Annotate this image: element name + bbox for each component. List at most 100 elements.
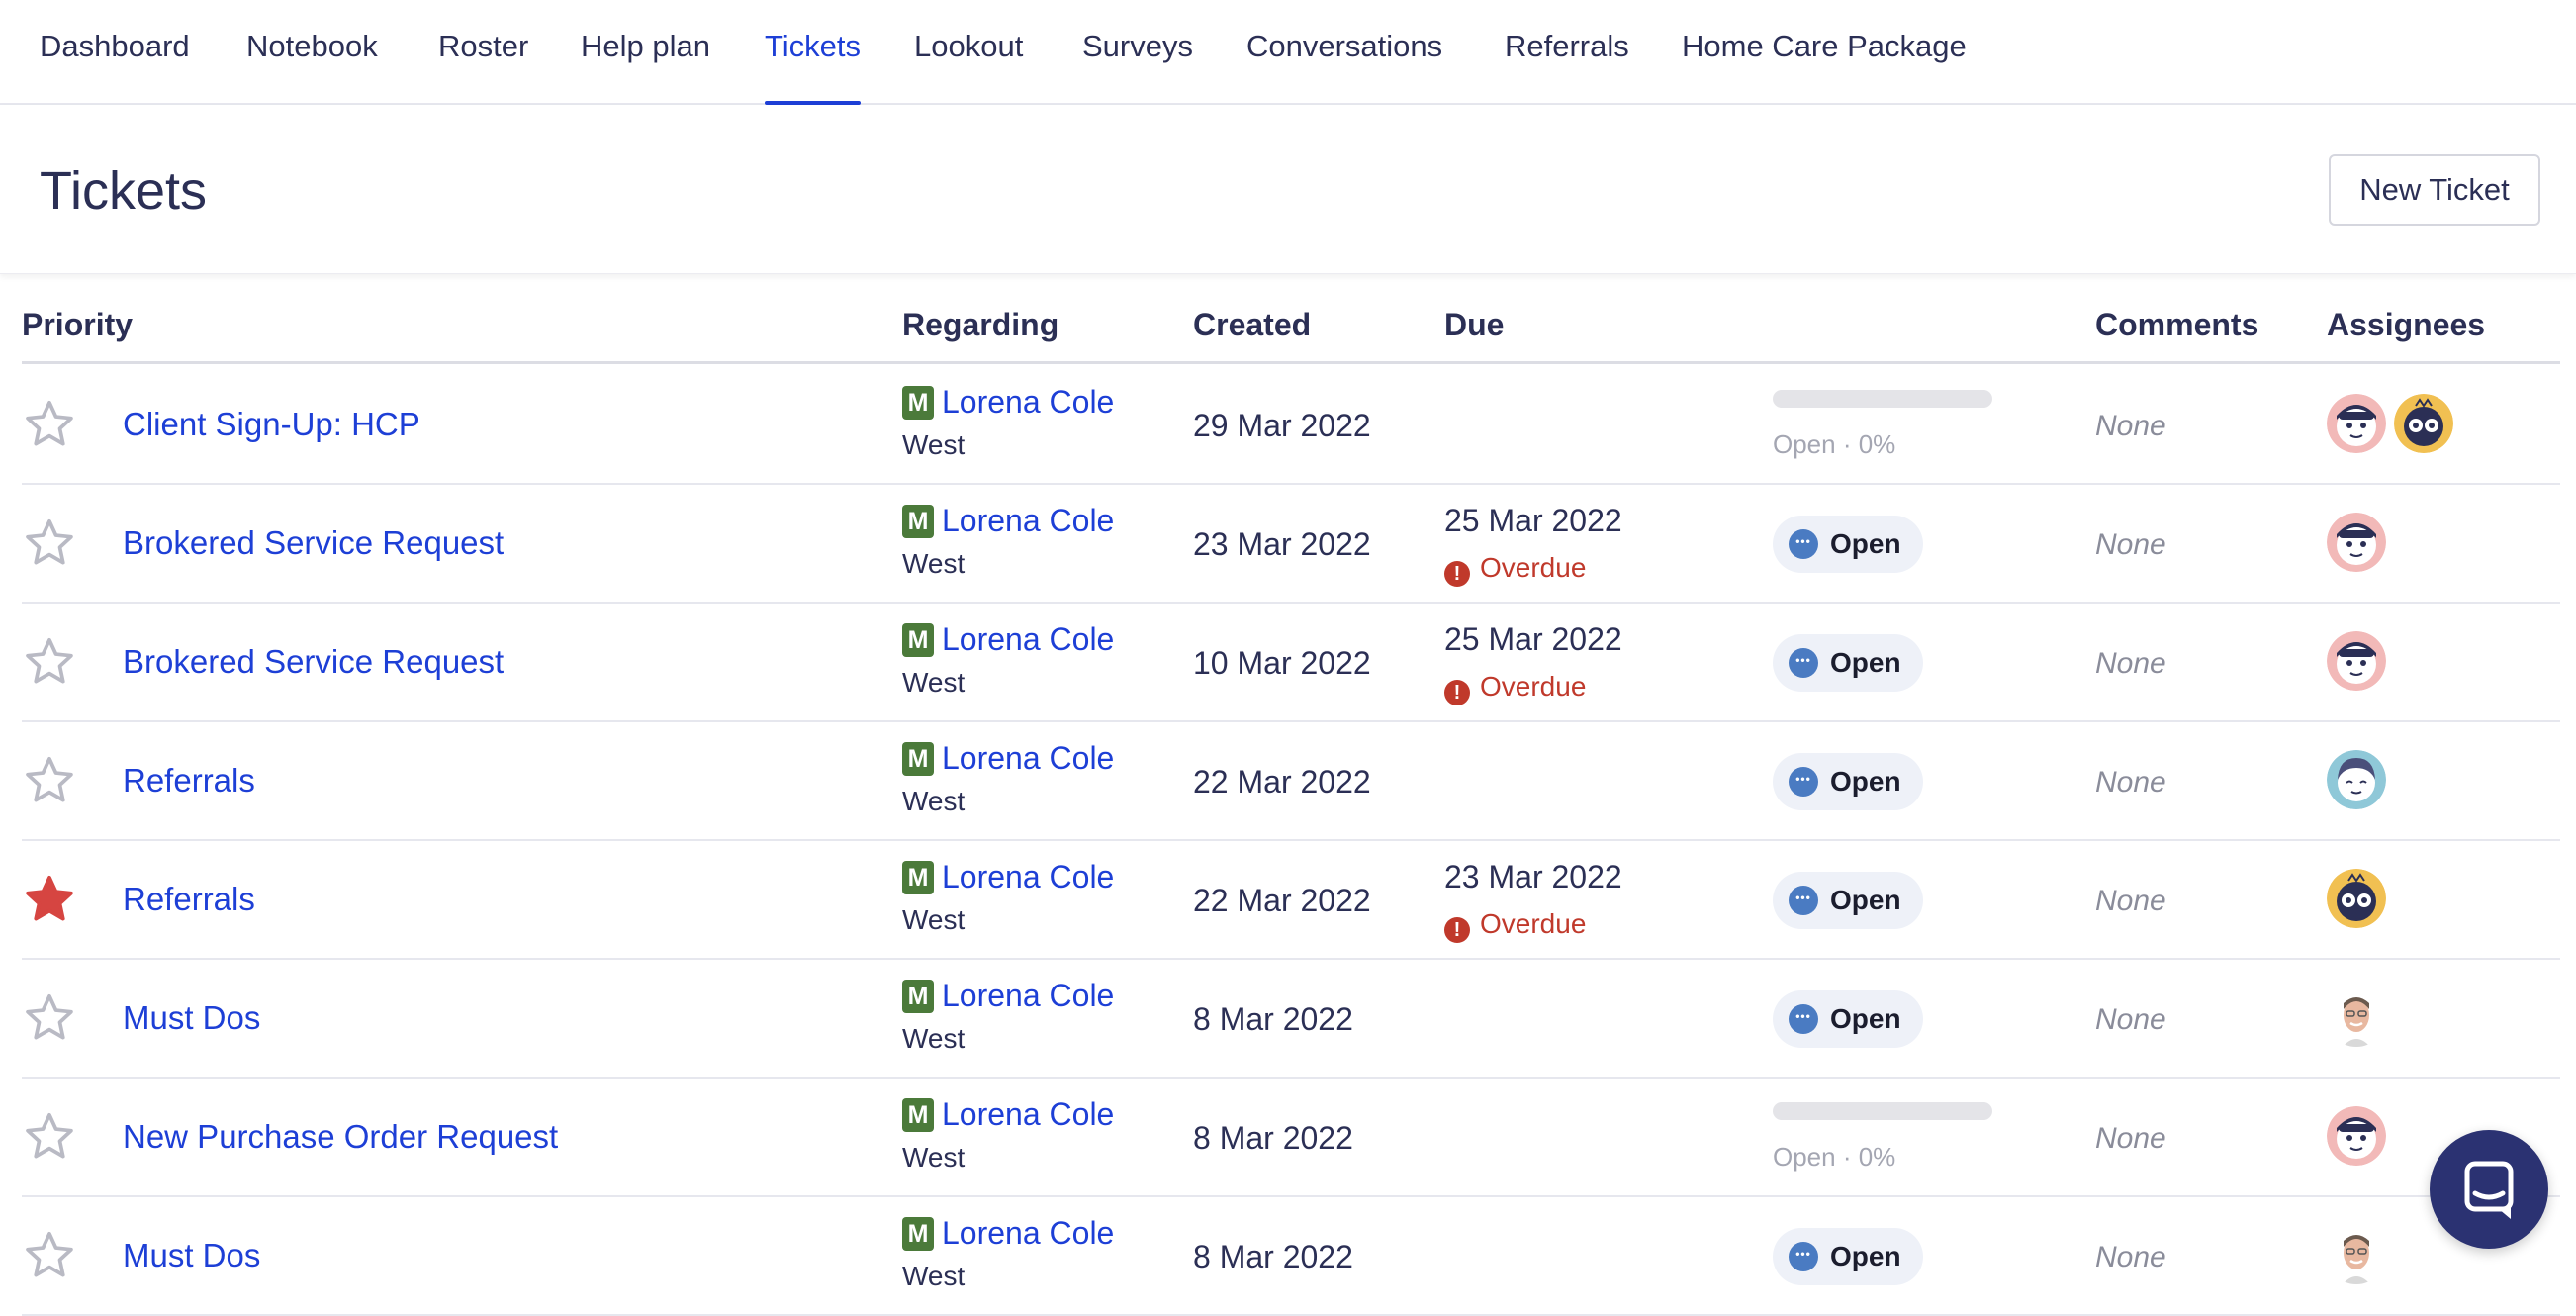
tab-roster[interactable]: Roster: [438, 0, 528, 103]
tab-dashboard[interactable]: Dashboard: [40, 0, 190, 103]
star-icon[interactable]: [22, 516, 77, 571]
client-link[interactable]: Lorena Cole: [942, 621, 1114, 658]
column-header-due[interactable]: Due: [1444, 307, 1504, 343]
exclamation-circle-icon: !: [1444, 917, 1470, 943]
due-date: 23 Mar 2022: [1444, 859, 1622, 894]
due-date: 25 Mar 2022: [1444, 621, 1622, 657]
column-header-regarding[interactable]: Regarding: [902, 307, 1058, 343]
table-row[interactable]: Must Dos MLorena Cole West 8 Mar 2022 Open No…: [22, 1197, 2560, 1316]
star-icon[interactable]: [22, 634, 77, 690]
tab-lookout[interactable]: Lookout: [914, 0, 1023, 103]
client-type-badge: M: [902, 742, 934, 776]
ticket-title-link[interactable]: Must Dos: [123, 1237, 260, 1274]
tab-surveys[interactable]: Surveys: [1082, 0, 1193, 103]
dots-circle-icon: [1789, 883, 1818, 915]
star-icon[interactable]: [22, 753, 77, 808]
chat-bubble-icon: [2464, 1161, 2514, 1219]
column-header-priority[interactable]: Priority: [22, 307, 133, 343]
column-header-created[interactable]: Created: [1193, 307, 1311, 343]
tab-tickets[interactable]: Tickets: [765, 0, 862, 105]
assignee-avatar[interactable]: [2327, 1225, 2386, 1284]
client-link[interactable]: Lorena Cole: [942, 1215, 1114, 1252]
client-link[interactable]: Lorena Cole: [942, 1096, 1114, 1133]
top-nav: Dashboard Notebook Roster Help plan Tick…: [0, 0, 2576, 105]
status-pill[interactable]: Open: [1773, 516, 1923, 573]
status-label: Open: [1830, 885, 1901, 915]
status-pill[interactable]: Open: [1773, 872, 1923, 929]
status-pill[interactable]: Open: [1773, 634, 1923, 692]
star-icon[interactable]: [22, 397, 77, 452]
column-header-assignees[interactable]: Assignees: [2327, 307, 2485, 343]
table-row[interactable]: Referrals MLorena Cole West 22 Mar 2022 Open…: [22, 722, 2560, 841]
created-date: 23 Mar 2022: [1193, 526, 1371, 562]
comments-value: None: [2095, 647, 2166, 680]
assignee-avatar[interactable]: [2327, 1106, 2386, 1166]
new-ticket-button[interactable]: New Ticket: [2329, 154, 2540, 226]
dots-circle-icon: [1789, 1239, 1818, 1271]
created-date: 22 Mar 2022: [1193, 764, 1371, 799]
tab-referrals[interactable]: Referrals: [1505, 0, 1629, 103]
table-row[interactable]: Brokered Service Request M Lorena Cole West…: [22, 604, 2560, 722]
assignee-avatar[interactable]: [2327, 987, 2386, 1047]
table-row[interactable]: Client Sign-Up: HCP M Lorena Cole West 29 Ma…: [22, 366, 2560, 485]
table-row[interactable]: Referrals M Lorena Cole West 22 Mar 2022 23 M…: [22, 841, 2560, 960]
created-date: 8 Mar 2022: [1193, 1001, 1353, 1037]
client-link[interactable]: Lorena Cole: [942, 859, 1114, 895]
assignee-avatar[interactable]: [2327, 750, 2386, 809]
tab-home-care-package[interactable]: Home Care Package: [1682, 0, 1967, 103]
overdue-label: Overdue: [1480, 671, 1587, 702]
star-icon[interactable]: [22, 1109, 77, 1165]
client-link[interactable]: Lorena Cole: [942, 740, 1114, 777]
ticket-title-link[interactable]: Referrals: [123, 762, 255, 799]
assignee-avatar[interactable]: [2327, 394, 2386, 453]
star-icon[interactable]: [22, 1228, 77, 1283]
ticket-title-link[interactable]: Referrals: [123, 881, 255, 918]
client-link[interactable]: Lorena Cole: [942, 503, 1114, 539]
exclamation-circle-icon: !: [1444, 561, 1470, 587]
table-row[interactable]: Brokered Service Request M Lorena Cole West…: [22, 485, 2560, 604]
progress-bar: [1773, 390, 1992, 408]
tab-notebook[interactable]: Notebook: [246, 0, 378, 103]
overdue-indicator: ! Overdue: [1444, 552, 1586, 587]
ticket-title-link[interactable]: Brokered Service Request: [123, 524, 504, 562]
ticket-title-link[interactable]: Client Sign-Up: HCP: [123, 406, 420, 443]
tab-help-plan[interactable]: Help plan: [581, 0, 710, 103]
assignee-avatar[interactable]: [2394, 394, 2453, 453]
comments-value: None: [2095, 1241, 2166, 1273]
client-region: West: [902, 904, 966, 935]
status-label: Open: [1830, 766, 1901, 797]
ticket-title-link[interactable]: Brokered Service Request: [123, 643, 504, 681]
table-row[interactable]: New Purchase Order Request M Lorena Cole We…: [22, 1079, 2560, 1197]
assignee-avatar[interactable]: [2327, 513, 2386, 572]
status-pill[interactable]: Open: [1773, 753, 1923, 810]
assignee-avatar[interactable]: [2327, 869, 2386, 928]
table-row[interactable]: Must Dos MLorena Cole West 8 Mar 2022 Open No…: [22, 960, 2560, 1079]
tab-conversations[interactable]: Conversations: [1246, 0, 1442, 103]
status-pill[interactable]: Open: [1773, 1228, 1923, 1285]
assignee-avatar[interactable]: [2327, 631, 2386, 691]
star-icon[interactable]: [22, 872, 77, 927]
created-date: 8 Mar 2022: [1193, 1120, 1353, 1156]
column-header-comments[interactable]: Comments: [2095, 307, 2258, 343]
chat-launcher-button[interactable]: [2430, 1130, 2548, 1249]
status-label: Open: [1830, 647, 1901, 678]
client-region: West: [902, 1142, 966, 1173]
overdue-label: Overdue: [1480, 908, 1587, 939]
client-type-badge: M: [902, 1098, 934, 1132]
comments-value: None: [2095, 528, 2166, 561]
comments-value: None: [2095, 1003, 2166, 1036]
star-icon[interactable]: [22, 990, 77, 1046]
overdue-indicator: ! Overdue: [1444, 908, 1587, 943]
dots-circle-icon: [1789, 1001, 1818, 1034]
client-type-badge: M: [902, 505, 934, 538]
status-pill[interactable]: Open: [1773, 990, 1923, 1048]
dots-circle-icon: [1789, 645, 1818, 678]
client-link[interactable]: Lorena Cole: [942, 384, 1114, 421]
progress-bar: [1773, 1102, 1992, 1120]
progress-status-label: Open · 0%: [1773, 429, 1896, 459]
client-link[interactable]: Lorena Cole: [942, 978, 1114, 1014]
client-type-badge: M: [902, 980, 934, 1013]
ticket-title-link[interactable]: Must Dos: [123, 999, 260, 1037]
created-date: 10 Mar 2022: [1193, 645, 1371, 681]
ticket-title-link[interactable]: New Purchase Order Request: [123, 1118, 558, 1156]
